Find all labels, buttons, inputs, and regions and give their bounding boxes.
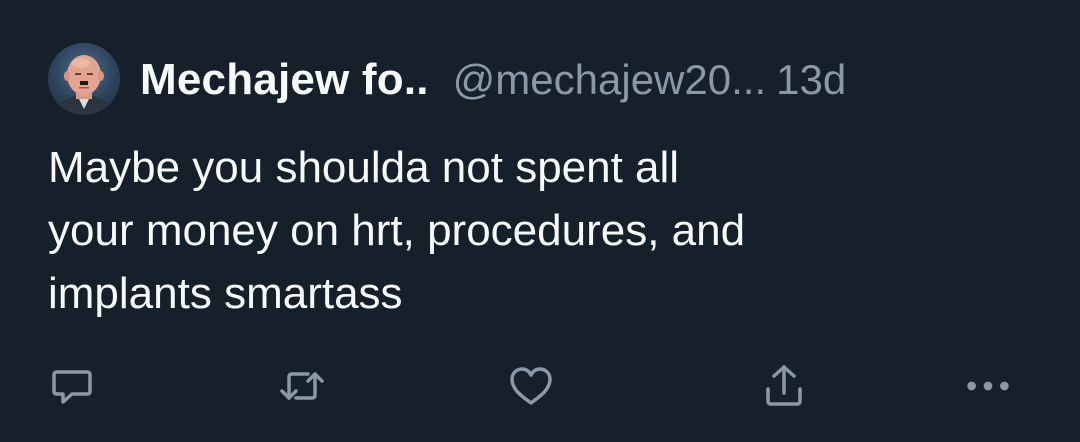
- avatar-image: [48, 43, 120, 115]
- reply-button[interactable]: [46, 360, 98, 412]
- tweet-header: Mechajew fo.. @mechajew20... 13d: [140, 50, 846, 110]
- tweet[interactable]: Mechajew fo.. @mechajew20... 13d Maybe y…: [0, 0, 1080, 442]
- more-icon: [967, 381, 1009, 391]
- retweet-icon: [280, 372, 324, 400]
- timestamp[interactable]: 13d: [776, 56, 846, 104]
- user-handle[interactable]: @mechajew20...: [453, 56, 766, 104]
- retweet-button[interactable]: [276, 360, 328, 412]
- avatar[interactable]: [48, 43, 120, 115]
- tweet-text-line: Maybe you shoulda not spent all: [48, 143, 680, 192]
- like-button[interactable]: [505, 360, 557, 412]
- tweet-text-line: implants smartass: [48, 269, 403, 318]
- share-button[interactable]: [758, 360, 810, 412]
- like-icon: [510, 367, 552, 405]
- tweet-text: Maybe you shoulda not spent all your mon…: [48, 136, 1008, 325]
- share-icon: [766, 365, 802, 406]
- tweet-text-line: your money on hrt, procedures, and: [48, 206, 746, 255]
- action-bar: [0, 360, 1080, 412]
- more-button[interactable]: [962, 360, 1014, 412]
- reply-icon: [52, 370, 92, 404]
- display-name[interactable]: Mechajew fo..: [140, 55, 429, 105]
